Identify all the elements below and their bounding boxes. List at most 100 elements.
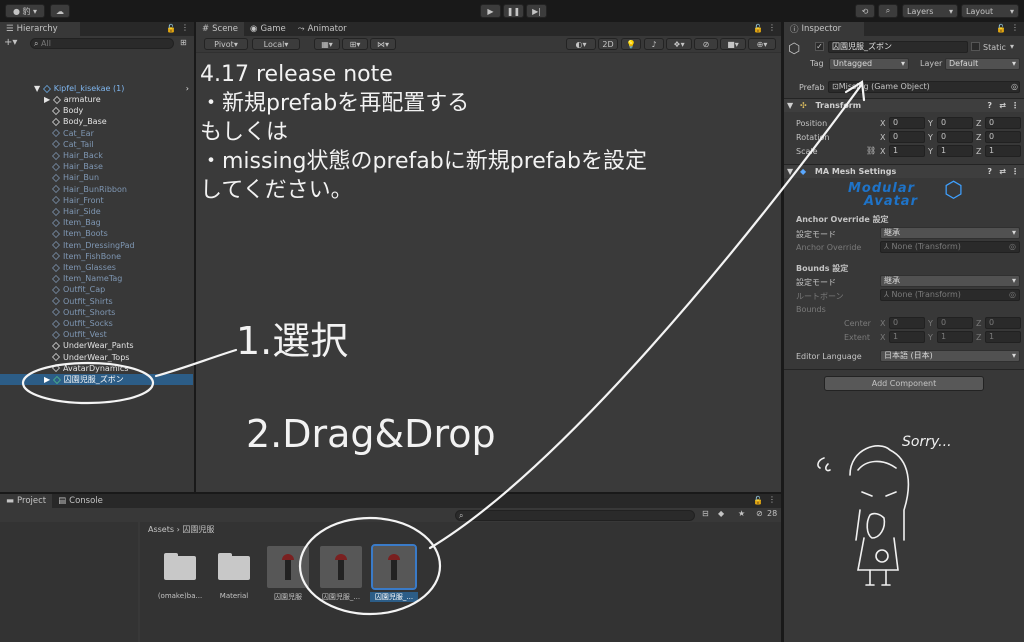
breadcrumb-item[interactable]: 囚園児服: [182, 525, 214, 534]
hierarchy-item[interactable]: Hair_Front: [0, 195, 193, 206]
audio-icon[interactable]: ♪: [644, 38, 664, 50]
pause-icon[interactable]: ❚❚: [503, 4, 524, 18]
step-icon[interactable]: ▶|: [526, 4, 547, 18]
hierarchy-item[interactable]: UnderWear_Tops: [0, 352, 193, 363]
transform-z-field[interactable]: 0: [985, 131, 1021, 143]
lock-icon[interactable]: 🔓: [166, 24, 176, 33]
link-scale-icon[interactable]: ⛓: [866, 146, 876, 155]
label-icon[interactable]: ◆: [718, 509, 724, 518]
editor-language-dropdown[interactable]: 日本語 (日本): [880, 350, 1020, 362]
tab-animator[interactable]: ⤳ Animator: [292, 22, 353, 36]
transform-header[interactable]: ▼ ✣ Transform ? ⇄ ⋮: [784, 98, 1024, 112]
filter-type-icon[interactable]: ⊟: [702, 509, 709, 518]
tab-project[interactable]: ▬ Project: [0, 494, 53, 508]
asset-prefab[interactable]: 囚園児服_...: [370, 544, 418, 602]
chevron-down-icon[interactable]: ▾: [1010, 42, 1014, 51]
layout-dropdown[interactable]: Layout ▾: [961, 4, 1019, 18]
transform-x-field[interactable]: 0: [889, 117, 925, 129]
camera-icon[interactable]: ■▾: [720, 38, 746, 50]
cloud-icon[interactable]: ☁: [50, 4, 70, 18]
asset-folder[interactable]: Material: [210, 546, 258, 600]
help-icon[interactable]: ?: [987, 99, 992, 113]
hierarchy-item[interactable]: Item_NameTag: [0, 273, 193, 284]
hierarchy-item[interactable]: Body_Base: [0, 116, 193, 127]
active-checkbox[interactable]: ✓: [815, 42, 824, 51]
ma-header[interactable]: ▼ ◆ MA Mesh Settings ? ⇄ ⋮: [784, 164, 1024, 178]
kebab-icon[interactable]: ⋮: [1011, 23, 1019, 32]
breadcrumb-item[interactable]: Assets: [148, 525, 174, 534]
transform-x-field[interactable]: 1: [889, 145, 925, 157]
tab-scene[interactable]: # Scene: [196, 22, 245, 36]
layer-dropdown[interactable]: Default: [945, 58, 1020, 70]
presets-icon[interactable]: ⇄: [999, 165, 1006, 179]
transform-z-field[interactable]: 0: [985, 117, 1021, 129]
increment-icon[interactable]: ⋈▾: [370, 38, 396, 50]
tab-inspector[interactable]: ⓘ Inspector: [784, 22, 864, 36]
hierarchy-item[interactable]: ▶ armature: [0, 94, 193, 105]
hierarchy-item[interactable]: Hair_Side: [0, 206, 193, 217]
snap-icon[interactable]: ⊞▾: [342, 38, 368, 50]
prefab-field[interactable]: ⊡Missing (Game Object): [828, 81, 1020, 93]
kebab-icon[interactable]: ⋮: [1011, 165, 1019, 179]
2d-toggle[interactable]: 2D: [598, 38, 618, 50]
hierarchy-item[interactable]: Cat_Tail: [0, 139, 193, 150]
transform-y-field[interactable]: 1: [937, 145, 973, 157]
lock-icon[interactable]: 🔓: [996, 24, 1006, 33]
setting-mode-dropdown[interactable]: 継承: [880, 227, 1020, 239]
hierarchy-item[interactable]: UnderWear_Pants: [0, 340, 193, 351]
hierarchy-selected-item[interactable]: ▶ 囚園児服_ズボン: [0, 374, 193, 385]
grid-snap-icon[interactable]: ▦▾: [314, 38, 340, 50]
history-icon[interactable]: ⟲: [855, 4, 875, 18]
hierarchy-item[interactable]: Outfit_Shirts: [0, 296, 193, 307]
add-icon[interactable]: +▾: [4, 37, 17, 48]
hierarchy-item[interactable]: Item_Glasses: [0, 262, 193, 273]
search-input[interactable]: ⌕ All: [30, 38, 174, 49]
object-name-field[interactable]: 囚園児服_ズボン: [828, 41, 968, 53]
tag-dropdown[interactable]: Untagged: [829, 58, 909, 70]
hierarchy-item[interactable]: Outfit_Shorts: [0, 307, 193, 318]
hierarchy-item[interactable]: Item_Bag: [0, 217, 193, 228]
star-icon[interactable]: ★: [738, 509, 745, 518]
hierarchy-item[interactable]: Item_Boots: [0, 228, 193, 239]
hierarchy-item[interactable]: Hair_Bun: [0, 172, 193, 183]
hierarchy-item[interactable]: Outfit_Cap: [0, 284, 193, 295]
eye-hidden-icon[interactable]: ⊘: [756, 509, 763, 518]
transform-z-field[interactable]: 1: [985, 145, 1021, 157]
asset-prefab[interactable]: 囚園児服_...: [317, 546, 365, 602]
object-picker-icon[interactable]: ◎: [1011, 82, 1018, 91]
shading-icon[interactable]: ◐▾: [566, 38, 596, 50]
static-checkbox[interactable]: [971, 42, 980, 51]
help-icon[interactable]: ?: [987, 165, 992, 179]
effects-icon[interactable]: ❖▾: [666, 38, 692, 50]
hierarchy-item[interactable]: Hair_Back: [0, 150, 193, 161]
bounds-mode-dropdown[interactable]: 継承: [880, 275, 1020, 287]
hierarchy-item[interactable]: Hair_BunRibbon: [0, 184, 193, 195]
hierarchy-root[interactable]: ▼ Kipfel_kisekae (1) ›: [0, 83, 193, 94]
hierarchy-item[interactable]: Hair_Base: [0, 161, 193, 172]
pivot-dropdown[interactable]: Pivot ▾: [204, 38, 248, 50]
filter-icon[interactable]: ⊞: [180, 38, 187, 47]
tab-hierarchy[interactable]: ☰ Hierarchy: [0, 22, 80, 36]
hierarchy-item[interactable]: Item_FishBone: [0, 251, 193, 262]
local-dropdown[interactable]: Local ▾: [252, 38, 300, 50]
transform-x-field[interactable]: 0: [889, 131, 925, 143]
hierarchy-item[interactable]: Outfit_Socks: [0, 318, 193, 329]
gizmos-icon[interactable]: ⊕▾: [748, 38, 776, 50]
layers-dropdown[interactable]: Layers ▾: [902, 4, 958, 18]
tab-game[interactable]: ◉ Game: [244, 22, 292, 36]
add-component-button[interactable]: Add Component: [824, 376, 984, 391]
play-icon[interactable]: ▶: [480, 4, 501, 18]
hierarchy-item[interactable]: Outfit_Vest: [0, 329, 193, 340]
kebab-icon[interactable]: ⋮: [768, 495, 776, 504]
lock-icon[interactable]: 🔓: [753, 496, 763, 505]
transform-y-field[interactable]: 0: [937, 131, 973, 143]
visibility-icon[interactable]: ⊘: [694, 38, 718, 50]
kebab-icon[interactable]: ⋮: [1011, 99, 1019, 113]
lock-icon[interactable]: 🔓: [753, 24, 763, 33]
hierarchy-item[interactable]: Body: [0, 105, 193, 116]
project-search-input[interactable]: ⌕: [455, 510, 695, 521]
lighting-icon[interactable]: 💡: [621, 38, 641, 50]
asset-folder[interactable]: (omake)ba...: [156, 546, 204, 600]
transform-y-field[interactable]: 0: [937, 117, 973, 129]
account-dropdown[interactable]: ● 豹 ▾: [5, 4, 45, 18]
